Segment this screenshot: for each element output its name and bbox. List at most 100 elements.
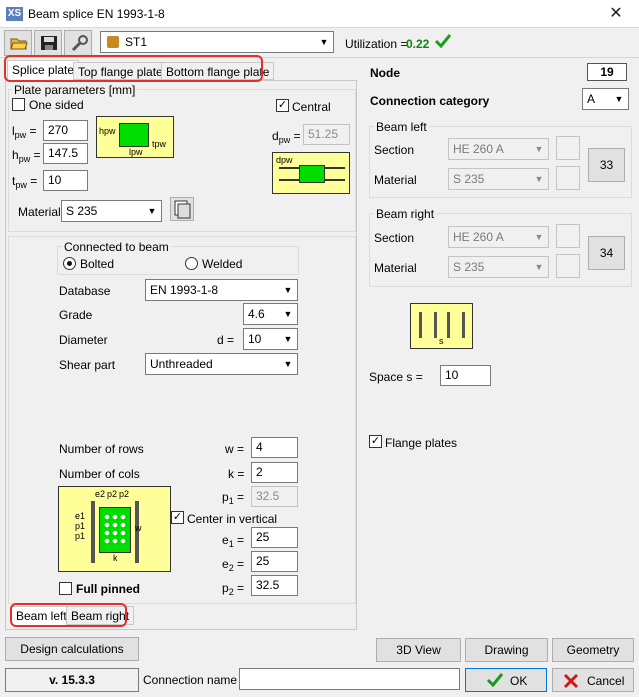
connection-name-input[interactable] xyxy=(239,668,460,690)
rows-eq: w = xyxy=(225,442,245,456)
one-sided-label: One sided xyxy=(29,98,84,112)
chevron-down-icon: ▼ xyxy=(534,144,544,154)
3d-view-button[interactable]: 3D View xyxy=(376,638,461,662)
connected-label: Connected to beam xyxy=(62,240,171,254)
ok-label: OK xyxy=(510,674,528,688)
connection-select-value: ST1 xyxy=(125,35,148,49)
center-vertical-label: Center in vertical xyxy=(187,512,278,526)
shear-part-value: Unthreaded xyxy=(150,357,213,371)
beam-right-material-label: Material xyxy=(374,261,417,275)
beam-right-material-select[interactable]: S 235 ▼ xyxy=(448,256,549,278)
beam-right-material-value: S 235 xyxy=(453,260,485,274)
e1-input[interactable]: 25 xyxy=(251,527,298,548)
flange-plates-label: Flange plates xyxy=(385,436,458,450)
chevron-down-icon: ▼ xyxy=(614,94,624,104)
p2-input[interactable]: 32.5 xyxy=(251,575,298,596)
connection-category-value: A xyxy=(587,92,596,106)
cols-input[interactable]: 2 xyxy=(251,462,298,483)
diameter-select[interactable]: 10 ▼ xyxy=(243,328,298,350)
space-figure: s xyxy=(410,303,473,349)
material-library-icon xyxy=(174,200,191,219)
e2-input[interactable]: 25 xyxy=(251,551,298,572)
wrench-icon xyxy=(71,35,88,52)
one-sided-checkbox[interactable] xyxy=(12,98,25,111)
cancel-button[interactable]: Cancel xyxy=(552,668,634,692)
open-folder-icon xyxy=(10,38,28,50)
full-pinned-checkbox[interactable] xyxy=(59,582,72,595)
beam-right-section-label: Section xyxy=(374,231,415,245)
grade-value: 4.6 xyxy=(248,307,265,321)
cols-label: Number of cols xyxy=(59,467,140,481)
shear-part-select[interactable]: Unthreaded ▼ xyxy=(145,353,298,375)
welded-radio[interactable] xyxy=(185,257,198,270)
ok-button[interactable]: OK xyxy=(465,668,547,692)
p1-input[interactable]: 32.5 xyxy=(251,486,298,507)
bolted-label: Bolted xyxy=(80,257,115,271)
cancel-label: Cancel xyxy=(587,674,625,688)
check-icon xyxy=(486,673,504,688)
cancel-x-icon xyxy=(563,673,579,689)
beam-right-section-library-button[interactable] xyxy=(556,224,580,248)
beam-left-id-button[interactable]: 33 xyxy=(588,148,625,182)
open-button[interactable] xyxy=(4,30,32,56)
dpw-input[interactable]: 51.25 xyxy=(303,124,350,145)
geometry-button[interactable]: Geometry xyxy=(552,638,634,662)
central-checkbox[interactable]: ✓ xyxy=(276,99,289,112)
settings-button[interactable] xyxy=(64,30,92,56)
beam-left-material-library-button[interactable] xyxy=(556,166,580,190)
beam-left-section-library-button[interactable] xyxy=(556,136,580,160)
beam-right-material-library-button[interactable] xyxy=(556,254,580,278)
plate-material-select[interactable]: S 235 ▼ xyxy=(61,200,162,222)
beam-right-section-value: HE 260 A xyxy=(453,230,504,244)
bolted-radio[interactable] xyxy=(63,257,76,270)
bolt-layout-figure: e2 p2 p2 e1 p1 p1 w k xyxy=(58,486,171,572)
toolbar: ST1 ▼ Utilization = 0.22 xyxy=(0,28,639,58)
material-library-button[interactable] xyxy=(170,197,194,221)
chevron-down-icon: ▼ xyxy=(283,309,293,319)
close-button[interactable]: ✕ xyxy=(603,4,629,24)
window-title: Beam splice EN 1993-1-8 xyxy=(28,7,165,21)
flange-plates-checkbox[interactable]: ✓ xyxy=(369,435,382,448)
cols-eq: k = xyxy=(228,467,245,481)
beam-left-section-select[interactable]: HE 260 A ▼ xyxy=(448,138,549,160)
dpw-label: dpw = xyxy=(272,129,301,145)
connection-category-label: Connection category xyxy=(370,94,490,108)
tabs-highlight xyxy=(4,55,263,82)
space-label: Space s = xyxy=(369,370,423,384)
p1-label: p1 = xyxy=(222,490,245,506)
beam-left-section-value: HE 260 A xyxy=(453,142,504,156)
lpw-input[interactable]: 270 xyxy=(43,120,88,141)
hpw-label: hpw = xyxy=(12,148,41,164)
connection-select[interactable]: ST1 ▼ xyxy=(100,31,334,53)
utilization-label: Utilization = xyxy=(345,37,408,51)
drawing-button[interactable]: Drawing xyxy=(465,638,548,662)
grade-select[interactable]: 4.6 ▼ xyxy=(243,303,298,325)
diameter-eq: d = xyxy=(217,333,235,347)
beam-right-id-button[interactable]: 34 xyxy=(588,236,625,270)
central-plate-figure: dpw xyxy=(272,152,350,194)
rows-input[interactable]: 4 xyxy=(251,437,298,458)
lpw-label: lpw = xyxy=(12,124,37,140)
design-calculations-button[interactable]: Design calculations xyxy=(5,637,139,661)
beam-left-material-label: Material xyxy=(374,173,417,187)
plate-material-label: Material xyxy=(18,205,61,219)
e2-label: e2 = xyxy=(222,557,245,573)
e1-label: e1 = xyxy=(222,533,245,549)
plate-dimension-figure: hpw lpw tpw xyxy=(96,116,174,158)
utilization-value: 0.22 xyxy=(406,37,430,51)
database-select[interactable]: EN 1993-1-8 ▼ xyxy=(145,279,298,301)
rows-label: Number of rows xyxy=(59,442,144,456)
center-vertical-checkbox[interactable]: ✓ xyxy=(171,511,184,524)
database-value: EN 1993-1-8 xyxy=(150,283,219,297)
beam-left-material-select[interactable]: S 235 ▼ xyxy=(448,168,549,190)
save-button[interactable] xyxy=(34,30,62,56)
plate-parameters-label: Plate parameters [mm] xyxy=(12,83,138,97)
shear-part-label: Shear part xyxy=(59,358,116,372)
connection-category-select[interactable]: A ▼ xyxy=(582,88,629,110)
app-icon: XS xyxy=(6,7,23,21)
beam-left-material-value: S 235 xyxy=(453,172,485,186)
tpw-input[interactable]: 10 xyxy=(43,170,88,191)
beam-right-section-select[interactable]: HE 260 A ▼ xyxy=(448,226,549,248)
space-input[interactable]: 10 xyxy=(440,365,491,386)
hpw-input[interactable]: 147.5 xyxy=(43,143,88,164)
